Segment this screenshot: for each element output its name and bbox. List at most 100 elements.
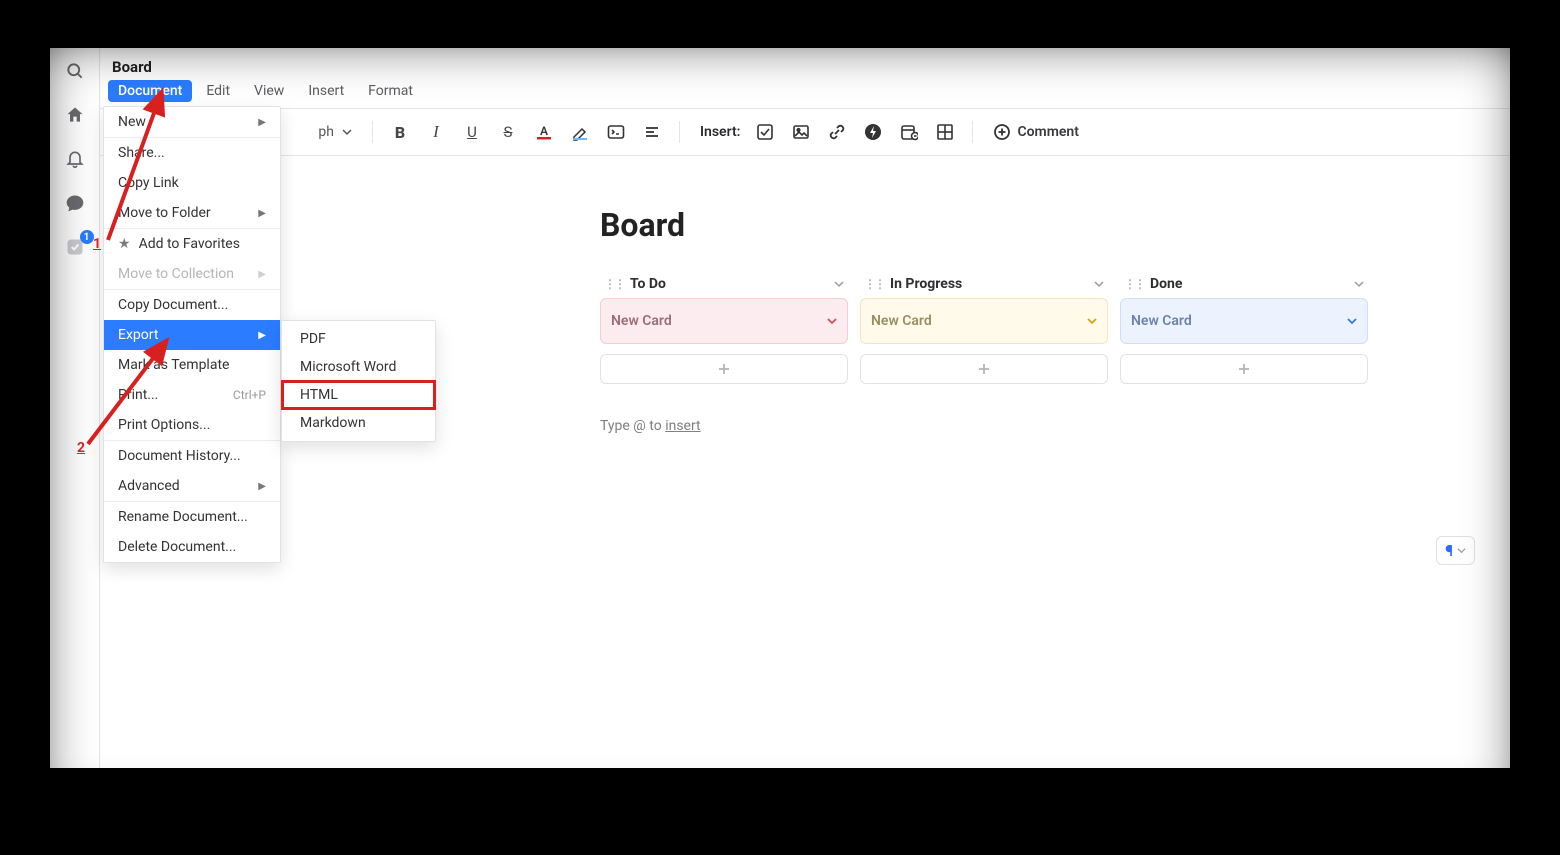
insert-hint: Type @ to insert	[600, 418, 1370, 434]
main-area: Board Document Edit View Insert Format p…	[100, 48, 1510, 768]
label: Mark as Template	[118, 357, 229, 373]
menu-item-document-history[interactable]: Document History...	[104, 441, 280, 471]
export-html[interactable]: HTML	[282, 381, 435, 409]
menu-item-export[interactable]: Export ▶	[104, 320, 280, 350]
plus-icon	[978, 363, 990, 375]
menu-view[interactable]: View	[244, 80, 294, 102]
export-submenu: PDF Microsoft Word HTML Markdown	[281, 320, 436, 442]
tasks-icon[interactable]: 1	[64, 236, 86, 258]
highlight-button[interactable]	[565, 117, 595, 147]
add-card-button[interactable]	[600, 354, 848, 384]
italic-button[interactable]: I	[421, 117, 451, 147]
menu-item-print[interactable]: Print... Ctrl+P	[104, 380, 280, 410]
underline-button[interactable]: U	[457, 117, 487, 147]
label: Print Options...	[118, 417, 210, 433]
align-button[interactable]	[637, 117, 667, 147]
document-canvas: Board ⋮⋮ To Do New Card	[100, 156, 1510, 768]
chevron-down-icon[interactable]	[1354, 279, 1364, 289]
insert-table-button[interactable]	[930, 117, 960, 147]
menu-item-rename-document[interactable]: Rename Document...	[104, 502, 280, 532]
home-icon[interactable]	[64, 104, 86, 126]
plus-icon	[718, 363, 730, 375]
menu-item-move-to-folder[interactable]: Move to Folder ▶	[104, 198, 280, 228]
menu-item-new[interactable]: New ▶	[104, 107, 280, 137]
export-markdown[interactable]: Markdown	[282, 409, 435, 437]
insert-date-button[interactable]	[894, 117, 924, 147]
paragraph-style-label: ph	[318, 124, 334, 140]
strikethrough-button[interactable]: S	[493, 117, 523, 147]
search-icon[interactable]	[64, 60, 86, 82]
chevron-down-icon[interactable]	[1347, 316, 1357, 326]
column-title: In Progress	[890, 276, 962, 292]
submenu-arrow-icon: ▶	[258, 269, 266, 280]
document-title-bar: Board	[100, 48, 1510, 80]
bell-icon[interactable]	[64, 148, 86, 170]
comment-label: Comment	[1017, 124, 1078, 140]
menu-item-print-options[interactable]: Print Options...	[104, 410, 280, 440]
label: Copy Document...	[118, 297, 228, 313]
board-card[interactable]: New Card	[1120, 298, 1368, 344]
label: Rename Document...	[118, 509, 248, 525]
label: Share...	[118, 145, 165, 161]
paragraph-style-select[interactable]: ph	[290, 124, 360, 140]
code-button[interactable]	[601, 117, 631, 147]
shortcut-label: Ctrl+P	[233, 388, 266, 402]
menu-document[interactable]: Document	[108, 80, 192, 102]
menu-format[interactable]: Format	[358, 80, 423, 102]
chevron-down-icon	[342, 127, 352, 137]
chevron-down-icon[interactable]	[827, 316, 837, 326]
column-header[interactable]: ⋮⋮ To Do	[600, 270, 848, 298]
menu-item-share[interactable]: Share...	[104, 138, 280, 168]
bold-button[interactable]: B	[385, 117, 415, 147]
insert-checkbox-button[interactable]	[750, 117, 780, 147]
plus-icon	[1238, 363, 1250, 375]
hint-text: Type @ to	[600, 418, 665, 434]
drag-handle-icon[interactable]: ⋮⋮	[864, 277, 884, 291]
menu-bar: Document Edit View Insert Format	[100, 80, 1510, 108]
chevron-down-icon[interactable]	[1087, 316, 1097, 326]
column-header[interactable]: ⋮⋮ In Progress	[860, 270, 1108, 298]
toolbar-separator	[972, 121, 973, 143]
add-card-button[interactable]	[860, 354, 1108, 384]
insert-link-button[interactable]	[822, 117, 852, 147]
board-column-in-progress: ⋮⋮ In Progress New Card	[860, 270, 1108, 384]
insert-automation-button[interactable]	[858, 117, 888, 147]
insert-image-button[interactable]	[786, 117, 816, 147]
chat-icon[interactable]	[64, 192, 86, 214]
menu-item-delete-document[interactable]: Delete Document...	[104, 532, 280, 562]
app-frame: 1 Board Document Edit View Insert Format…	[50, 48, 1510, 768]
label: Move to Folder	[118, 205, 211, 221]
comment-button[interactable]: Comment	[985, 119, 1086, 145]
column-header[interactable]: ⋮⋮Done	[1120, 270, 1368, 298]
menu-insert[interactable]: Insert	[298, 80, 354, 102]
add-card-button[interactable]	[1120, 354, 1368, 384]
board-column-todo: ⋮⋮ To Do New Card	[600, 270, 848, 384]
label: Export	[118, 327, 158, 343]
svg-text:A: A	[540, 124, 548, 138]
menu-item-advanced[interactable]: Advanced ▶	[104, 471, 280, 501]
chevron-down-icon[interactable]	[1094, 279, 1104, 289]
label: New	[118, 114, 146, 130]
drag-handle-icon[interactable]: ⋮⋮	[604, 277, 624, 291]
export-microsoft-word[interactable]: Microsoft Word	[282, 353, 435, 381]
board-column-done: ⋮⋮Done New Card	[1120, 270, 1368, 384]
menu-edit[interactable]: Edit	[196, 80, 240, 102]
toolbar-separator	[679, 121, 680, 143]
formatting-toggle-button[interactable]: ¶	[1436, 536, 1475, 565]
toolbar: ph B I U S A Insert:	[100, 109, 1510, 156]
column-title: To Do	[630, 276, 666, 292]
hint-insert-link[interactable]: insert	[665, 418, 700, 434]
menu-item-add-to-favorites[interactable]: ★Add to Favorites	[104, 229, 280, 259]
document-heading[interactable]: Board	[600, 206, 1370, 244]
export-pdf[interactable]: PDF	[282, 325, 435, 353]
chevron-down-icon[interactable]	[834, 279, 844, 289]
text-color-button[interactable]: A	[529, 117, 559, 147]
menu-item-mark-as-template[interactable]: Mark as Template	[104, 350, 280, 380]
drag-handle-icon[interactable]: ⋮⋮	[1124, 277, 1144, 291]
menu-item-copy-document[interactable]: Copy Document...	[104, 290, 280, 320]
card-title: New Card	[1131, 313, 1192, 329]
submenu-arrow-icon: ▶	[258, 330, 266, 341]
menu-item-copy-link[interactable]: Copy Link	[104, 168, 280, 198]
board-card[interactable]: New Card	[600, 298, 848, 344]
board-card[interactable]: New Card	[860, 298, 1108, 344]
